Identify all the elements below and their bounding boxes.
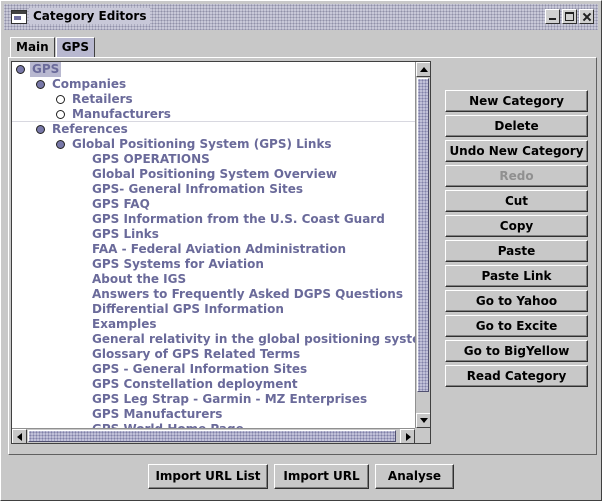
title-bar[interactable]: Category Editors [4,4,598,30]
close-icon[interactable] [579,9,594,24]
window-icon [11,10,27,24]
tree-folder-row[interactable]: GPS [12,62,415,77]
leaf-node-icon[interactable] [56,110,65,119]
paste-button[interactable]: Paste [445,240,588,262]
tree-item-row[interactable]: About the IGS [12,272,415,287]
tree-item-row[interactable]: GPS - General Information Sites [12,362,415,377]
tree-item-label: GPS Information from the U.S. Coast Guar… [92,212,385,226]
window-controls [545,9,594,24]
tree-item-label: GPS Links [92,227,159,241]
redo-button: Redo [445,165,588,187]
paste-link-button[interactable]: Paste Link [445,265,588,287]
tree-item-label: Companies [52,77,127,91]
horizontal-scrollbar[interactable] [12,428,415,443]
minimize-icon[interactable] [545,9,560,24]
tree-item-label: GPS [30,62,62,77]
tree-item-row[interactable]: GPS Links [12,227,415,242]
tree-item-row[interactable]: Differential GPS Information [12,302,415,317]
scroll-up-icon[interactable] [416,62,430,77]
tree-item-label: GPS Leg Strap - Garmin - MZ Enterprises [92,392,368,406]
tree-item-row[interactable]: Manufacturers [12,107,415,122]
category-tree[interactable]: GPS Companies Retailers Manufacturers Refere… [12,62,415,428]
tab-main[interactable]: Main [10,37,55,57]
tree-item-label: GPS - General Information Sites [92,362,308,376]
tree-item-row[interactable]: GPS Information from the U.S. Coast Guar… [12,212,415,227]
tree-item-label: FAA - Federal Aviation Administration [92,242,347,256]
tree-item-label: Manufacturers [72,107,171,121]
scroll-left-icon[interactable] [12,429,27,443]
tree-item-row[interactable]: GPS OPERATIONS [12,152,415,167]
tab-gps[interactable]: GPS [55,37,95,57]
tree-item-label: General relativity in the global positio… [92,332,415,346]
leaf-node-icon[interactable] [56,95,65,104]
folder-node-icon[interactable] [56,140,65,149]
tree-item-label: Global Positioning System (GPS) Links [72,137,332,151]
window-title: Category Editors [29,8,151,24]
tree-item-row[interactable]: GPS FAQ [12,197,415,212]
tree-item-row[interactable]: Glossary of GPS Related Terms [12,347,415,362]
analyse-button[interactable]: Analyse [375,464,454,489]
cut-button[interactable]: Cut [445,190,588,212]
tree-folder-row[interactable]: Companies [12,77,415,92]
tree-item-row[interactable]: Global Positioning System Overview [12,167,415,182]
scroll-down-icon[interactable] [416,413,430,428]
tree-item-label: References [52,122,128,136]
go-to-yahoo-button[interactable]: Go to Yahoo [445,290,588,312]
category-editors-window: Category Editors Main GPS GPS Companies Re… [0,0,602,501]
tree-item-row[interactable]: GPS Constellation deployment [12,377,415,392]
tree-item-row[interactable]: GPS- General Infromation Sites [12,182,415,197]
folder-node-icon[interactable] [36,80,45,89]
go-to-bigyellow-button[interactable]: Go to BigYellow [445,340,588,362]
tree-item-row[interactable]: GPS Systems for Aviation [12,257,415,272]
tab-bar: Main GPS [10,37,96,57]
tree-item-label: GPS- General Infromation Sites [92,182,304,196]
tree-folder-row[interactable]: References [12,122,415,137]
import-url-list-button[interactable]: Import URL List [148,464,268,489]
tree-item-row[interactable]: Answers to Frequently Asked DGPS Questio… [12,287,415,302]
tree-separator [12,121,415,122]
tree-item-label: Differential GPS Information [92,302,284,316]
tree-item-label: GPS Systems for Aviation [92,257,264,271]
tree-item-label: GPS Manufacturers [92,407,223,421]
tree-item-row[interactable]: Retailers [12,92,415,107]
import-url-button[interactable]: Import URL [274,464,369,489]
scroll-corner [415,428,430,443]
category-tree-pane: GPS Companies Retailers Manufacturers Refere… [11,61,431,444]
tree-item-label: Answers to Frequently Asked DGPS Questio… [92,287,403,301]
tree-item-label: Glossary of GPS Related Terms [92,347,301,361]
tree-item-label: Retailers [72,92,133,106]
vertical-scroll-thumb[interactable] [417,78,429,392]
new-category-button[interactable]: New Category [445,90,588,112]
undo-new-category-button[interactable]: Undo New Category [445,140,588,162]
tree-folder-row[interactable]: Global Positioning System (GPS) Links [12,137,415,152]
folder-node-icon[interactable] [36,125,45,134]
horizontal-scroll-thumb[interactable] [28,430,396,442]
go-to-excite-button[interactable]: Go to Excite [445,315,588,337]
tree-item-label: GPS OPERATIONS [92,152,210,166]
maximize-icon[interactable] [562,9,577,24]
tree-item-row[interactable]: General relativity in the global positio… [12,332,415,347]
copy-button[interactable]: Copy [445,215,588,237]
tree-item-row[interactable]: Examples [12,317,415,332]
tree-item-row[interactable]: GPS Manufacturers [12,407,415,422]
read-category-button[interactable]: Read Category [445,365,588,387]
scroll-right-icon[interactable] [400,429,415,443]
tree-item-label: Global Positioning System Overview [92,167,337,181]
tree-item-row[interactable]: FAA - Federal Aviation Administration [12,242,415,257]
tree-item-label: GPS FAQ [92,197,150,211]
folder-node-icon[interactable] [16,65,25,74]
tree-item-label: GPS Constellation deployment [92,377,298,391]
delete-button[interactable]: Delete [445,115,588,137]
vertical-scrollbar[interactable] [415,62,430,428]
tree-item-row[interactable]: GPS Leg Strap - Garmin - MZ Enterprises [12,392,415,407]
tree-item-label: About the IGS [92,272,187,286]
tree-item-label: Examples [92,317,157,331]
